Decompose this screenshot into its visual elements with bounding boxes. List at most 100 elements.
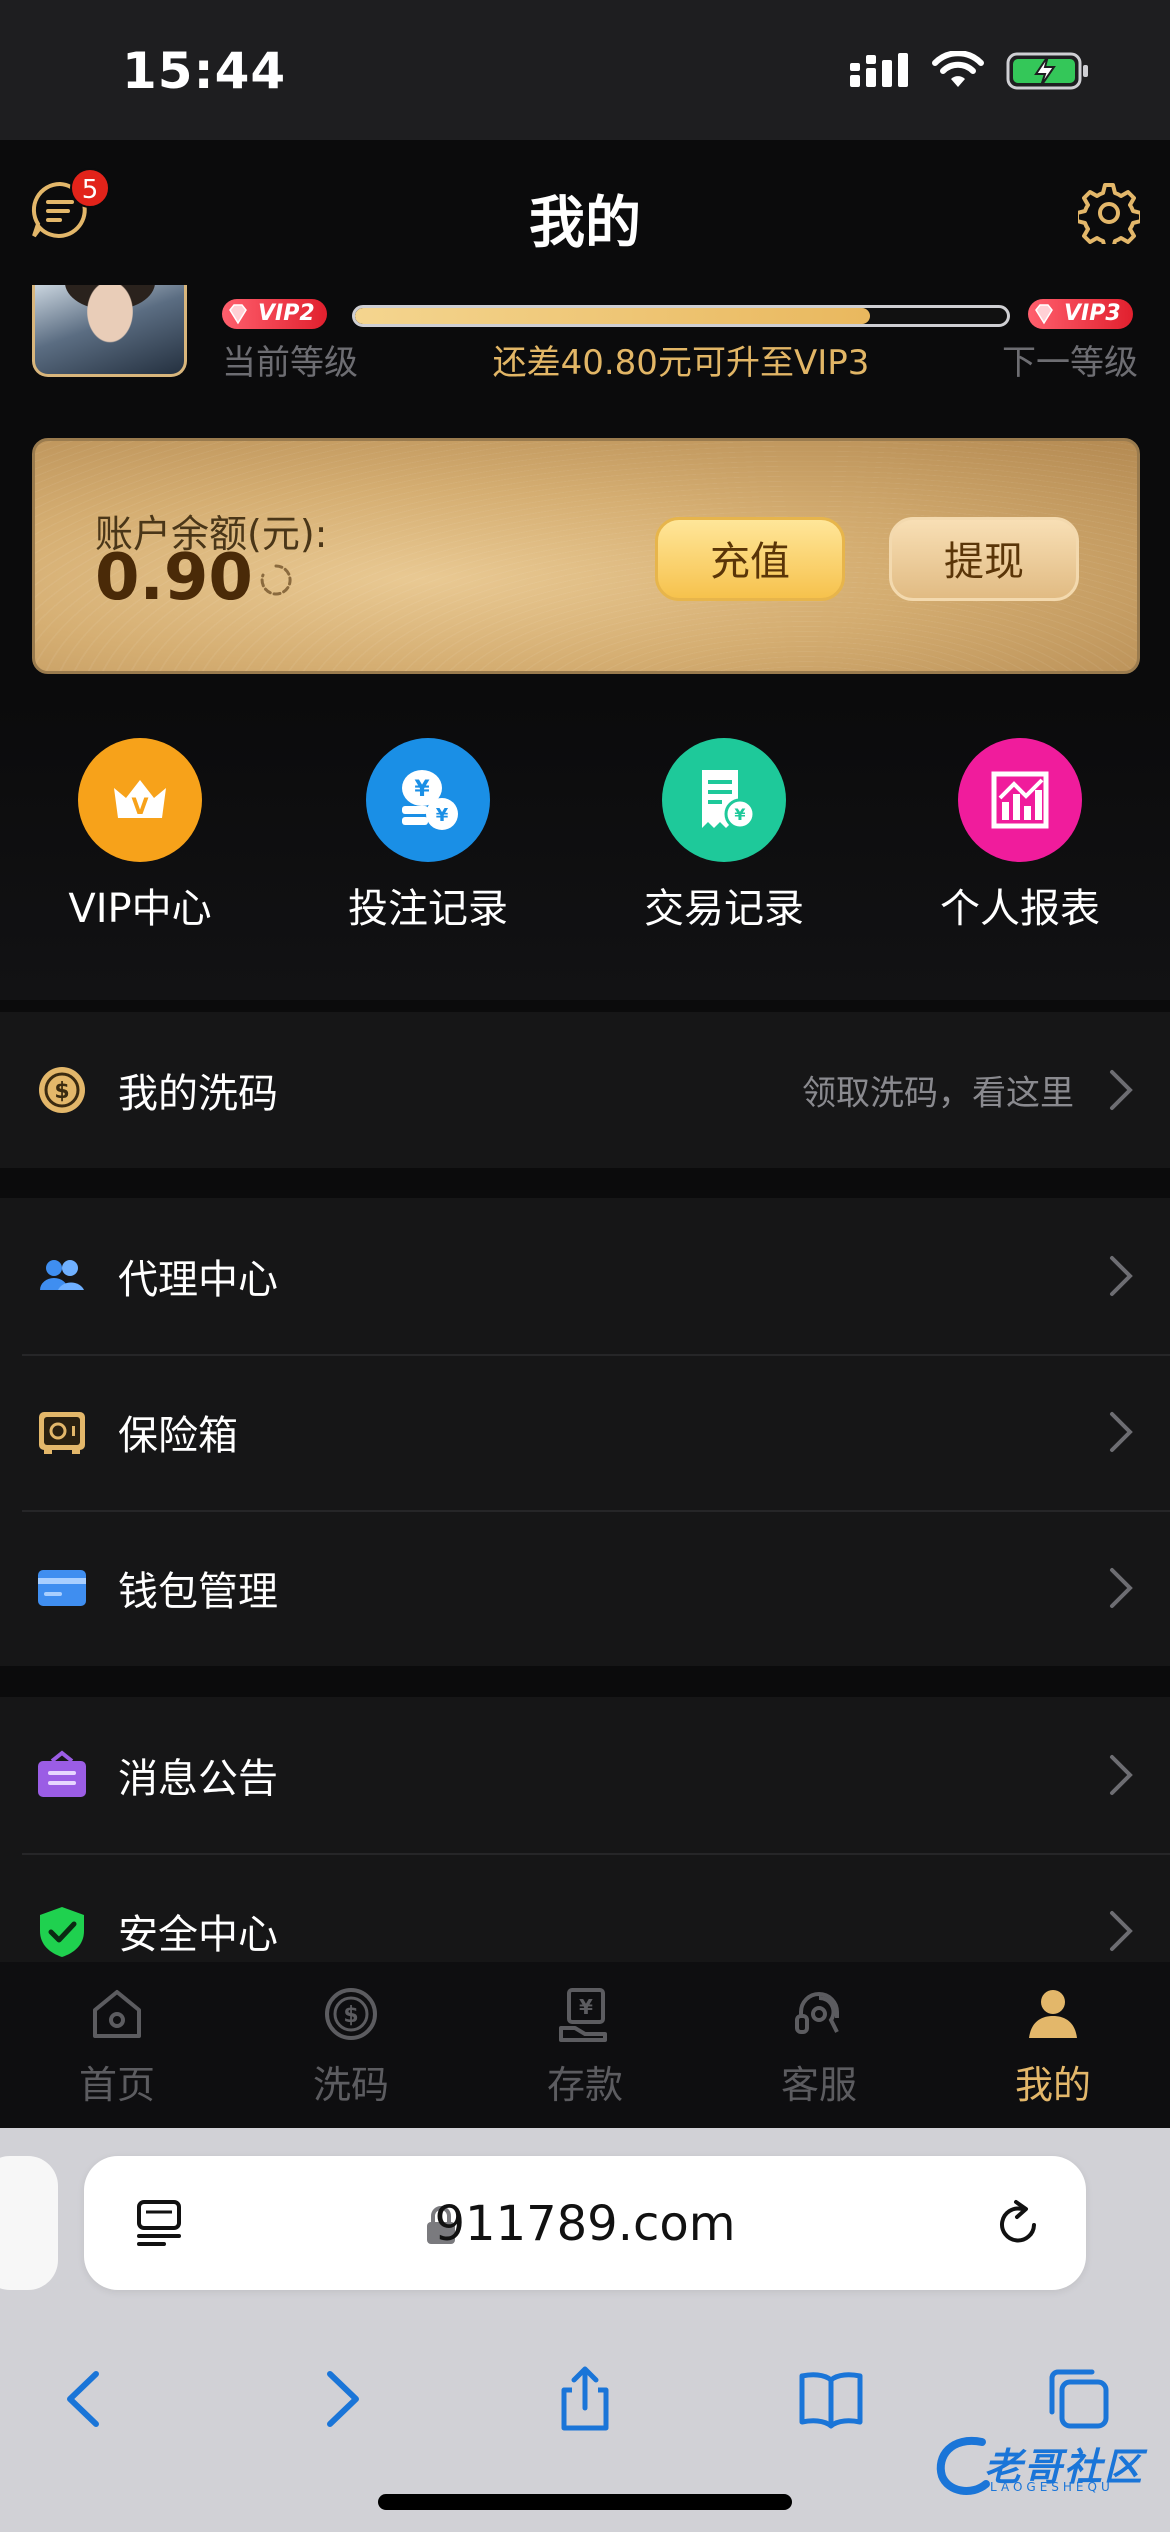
tabs-icon[interactable]: [1044, 2364, 1114, 2434]
header: 5 我的: [0, 140, 1170, 285]
next-vip-label: VIP3: [1064, 301, 1121, 326]
list-item-announcements[interactable]: 消息公告: [0, 1697, 1170, 1853]
balance-card: 账户余额(元): 0.90 充值 提现: [32, 438, 1140, 674]
gear-icon: [1075, 183, 1143, 251]
current-vip-label: VIP2: [258, 301, 315, 326]
shortcut-label: 个人报表: [940, 886, 1100, 932]
wallet-card-icon: [38, 1570, 86, 1606]
receipt-icon: ¥: [662, 738, 786, 862]
shortcut-personal-report[interactable]: 个人报表: [910, 738, 1130, 934]
back-icon[interactable]: [52, 2364, 122, 2434]
coin-dollar-icon: $: [39, 1067, 85, 1113]
safe-icon: [39, 1412, 85, 1454]
status-time: 15:44: [122, 42, 287, 100]
chevron-right-icon: [1110, 1256, 1133, 1296]
next-level-caption: 下一等级: [1002, 343, 1138, 383]
tab-home[interactable]: 首页: [0, 1962, 234, 2128]
tab-deposit[interactable]: ¥ 存款: [468, 1962, 702, 2128]
shortcut-label: VIP中心: [68, 886, 212, 932]
upgrade-hint: 还差40.80元可升至VIP3: [492, 343, 870, 383]
shortcut-bet-records[interactable]: ¥ ¥ 投注记录: [318, 738, 538, 934]
previous-tab-preview[interactable]: [0, 2156, 58, 2290]
bottom-tab-bar: 首页 $ 洗码 ¥ 存款 客服 我的: [0, 1962, 1170, 2128]
chevron-right-icon: [1110, 1911, 1133, 1951]
list-item-hint: 领取洗码，看这里: [802, 1073, 1074, 1114]
tab-label: 洗码: [312, 2063, 389, 2107]
list-item-safe-box[interactable]: 保险箱: [0, 1354, 1170, 1510]
list-item-wallet-management[interactable]: 钱包管理: [0, 1510, 1170, 1666]
chevron-right-icon: [1110, 1412, 1133, 1452]
list-item-label: 安全中心: [118, 1912, 278, 1958]
shortcut-transaction-records[interactable]: ¥ 交易记录: [614, 738, 834, 934]
chevron-right-icon: [1110, 1070, 1133, 1110]
menu-group-1: 代理中心 保险箱 钱包管理: [0, 1198, 1170, 1666]
home-indicator[interactable]: [378, 2494, 792, 2510]
headset-icon: [795, 1992, 839, 2034]
next-vip-badge: VIP3: [1028, 299, 1133, 329]
withdraw-button[interactable]: 提现: [889, 517, 1079, 601]
svg-text:V: V: [131, 795, 148, 820]
tab-rebate[interactable]: $ 洗码: [234, 1962, 468, 2128]
avatar[interactable]: [32, 285, 187, 377]
home-icon: [93, 1990, 141, 2038]
crown-icon: V: [78, 738, 202, 862]
announcement-icon: [38, 1750, 86, 1797]
tab-customer-service[interactable]: 客服: [702, 1962, 936, 2128]
rebate-group: $ 我的洗码 领取洗码，看这里: [0, 1012, 1170, 1168]
svg-text:$: $: [54, 1079, 69, 1104]
tab-label: 存款: [546, 2063, 623, 2107]
shortcut-vip-center[interactable]: V VIP中心: [30, 738, 250, 934]
deposit-icon: ¥: [559, 1988, 607, 2042]
reload-icon[interactable]: [992, 2198, 1046, 2252]
diamond-icon: [1035, 304, 1053, 325]
shortcut-grid: V VIP中心 ¥ ¥ 投注记录 ¥ 交易记录 个人报表: [0, 700, 1170, 1000]
tab-label: 客服: [780, 2063, 857, 2107]
chevron-right-icon: [1110, 1755, 1133, 1795]
list-item-label: 我的洗码: [118, 1071, 278, 1117]
page-title: 我的: [529, 191, 641, 256]
current-vip-badge: VIP2: [222, 299, 327, 329]
signal-icon: [850, 53, 908, 87]
svg-text:¥: ¥: [414, 777, 430, 802]
coin-dollar-icon: $: [325, 1988, 377, 2040]
chart-icon: [958, 738, 1082, 862]
diamond-icon: [229, 304, 247, 325]
watermark-logo: 老哥社区 LAOGESHEQU: [932, 2428, 1152, 2508]
vip-progress-bar: [352, 305, 1010, 327]
tab-label: 首页: [78, 2063, 155, 2107]
recharge-button[interactable]: 充值: [655, 517, 845, 601]
list-item-agent-center[interactable]: 代理中心: [0, 1198, 1170, 1354]
share-icon[interactable]: [550, 2364, 620, 2434]
shield-check-icon: [40, 1907, 84, 1957]
svg-text:¥: ¥: [579, 1995, 593, 2019]
current-level-caption: 当前等级: [222, 343, 358, 383]
agents-icon: [40, 1260, 84, 1290]
wifi-icon: [932, 51, 984, 87]
list-item-label: 保险箱: [118, 1413, 238, 1459]
address-bar[interactable]: 911789.com: [84, 2156, 1086, 2290]
forward-icon[interactable]: [304, 2364, 374, 2434]
svg-text:$: $: [343, 2003, 358, 2028]
status-icons: [850, 50, 1090, 92]
dragon-logo-icon: [936, 2436, 990, 2495]
status-bar: 15:44: [0, 0, 1170, 140]
settings-button[interactable]: [1075, 182, 1143, 251]
url-text: 911789.com: [434, 2196, 736, 2252]
svg-text:¥: ¥: [734, 805, 745, 824]
refresh-icon[interactable]: [257, 561, 295, 599]
tab-label: 我的: [1014, 2063, 1091, 2107]
tab-mine[interactable]: 我的: [936, 1962, 1170, 2128]
list-item-label: 消息公告: [118, 1756, 278, 1802]
list-item-rebate[interactable]: $ 我的洗码 领取洗码，看这里: [0, 1012, 1170, 1168]
bookmarks-icon[interactable]: [796, 2364, 866, 2434]
list-item-label: 代理中心: [118, 1257, 278, 1303]
svg-text:¥: ¥: [436, 805, 449, 826]
menu-group-2: 消息公告 安全中心: [0, 1697, 1170, 1962]
shortcut-label: 投注记录: [348, 886, 508, 932]
list-item-security-center[interactable]: 安全中心: [0, 1853, 1170, 1962]
user-icon: [1029, 1990, 1077, 2038]
browser-toolbar: 911789.com 老哥社区 LAOGESHEQU: [0, 2128, 1170, 2532]
list-item-label: 钱包管理: [118, 1569, 278, 1615]
coins-icon: ¥ ¥: [366, 738, 490, 862]
balance-value: 0.90: [95, 541, 253, 615]
